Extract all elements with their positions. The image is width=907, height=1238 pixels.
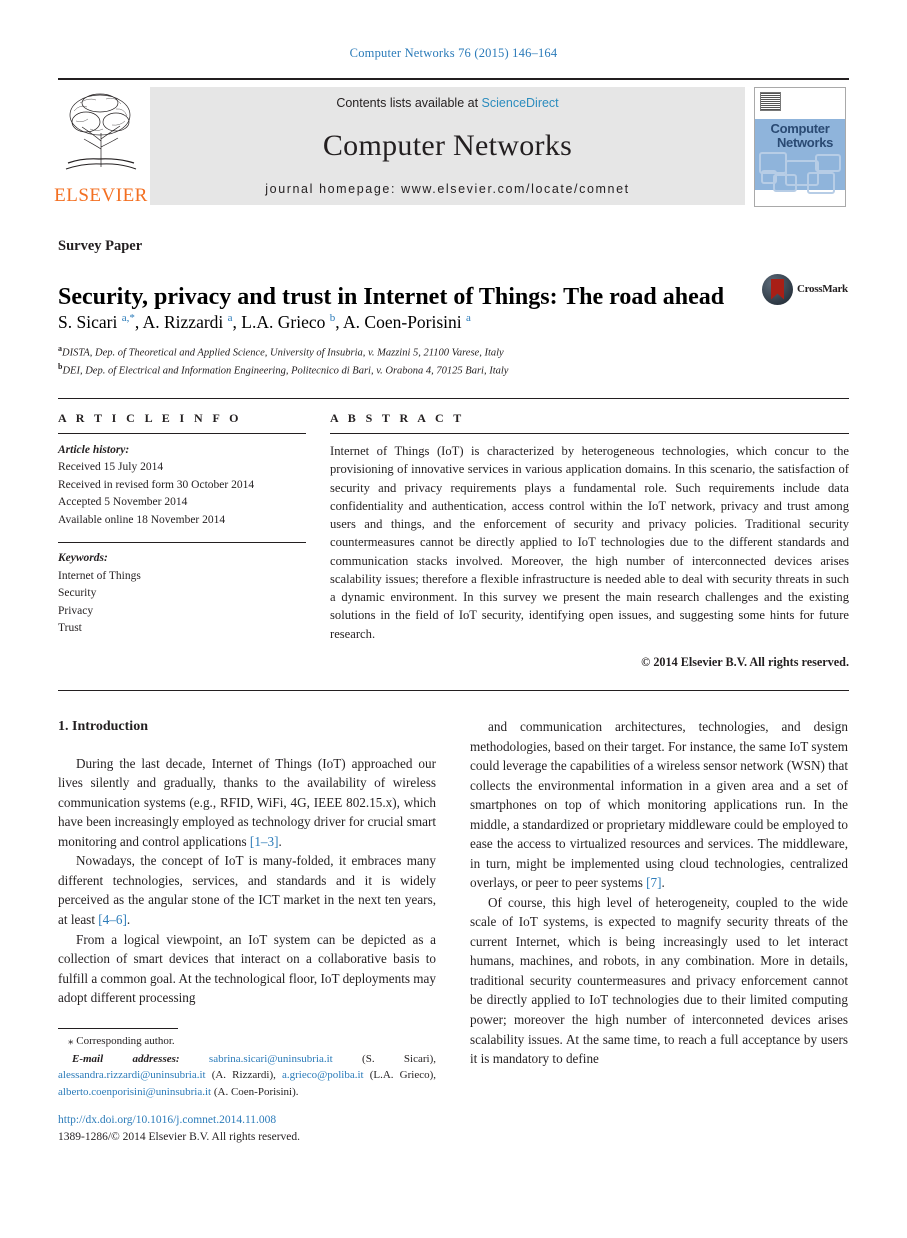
abstract-heading: A B S T R A C T (330, 411, 465, 425)
affiliation-list: aDISTA, Dep. of Theoretical and Applied … (58, 343, 818, 380)
affiliation-a: aDISTA, Dep. of Theoretical and Applied … (58, 344, 504, 359)
email-link[interactable]: sabrina.sicari@uninsubria.it (209, 1053, 333, 1065)
keywords-label: Keywords: (58, 552, 108, 565)
elsevier-tree-icon (65, 93, 137, 170)
citation-link[interactable]: [1–3] (250, 834, 279, 849)
history-item: Accepted 5 November 2014 (58, 496, 188, 509)
article-history: Article history: Received 15 July 2014 R… (58, 442, 306, 529)
history-item: Received 15 July 2014 (58, 461, 164, 474)
crossmark-label: CrossMark (797, 283, 848, 295)
abstract-bottom-rule (58, 690, 849, 691)
article-type-label: Survey Paper (58, 238, 143, 254)
body-paragraph: and communication architectures, technol… (470, 719, 848, 891)
author-list: S. Sicari a,*, A. Rizzardi a, L.A. Griec… (58, 312, 471, 332)
crossmark-logo[interactable]: CrossMark (762, 272, 852, 306)
abstract-column: A B S T R A C T Internet of Things (IoT)… (330, 411, 849, 670)
body-paragraph: Nowadays, the concept of IoT is many-fol… (58, 853, 436, 927)
cover-title-line2: Networks (776, 134, 834, 150)
abstract-copyright: © 2014 Elsevier B.V. All rights reserved… (641, 654, 849, 669)
keyword-item: Internet of Things (58, 569, 141, 582)
paper-page: Computer Networks 76 (2015) 146–164 ELSE… (0, 0, 907, 1238)
keywords-block: Keywords: Internet of Things Security Pr… (58, 550, 306, 637)
section-heading-introduction: 1. Introduction (58, 719, 148, 734)
email-link[interactable]: a.grieco@poliba.it (282, 1069, 364, 1081)
email-owner: (L.A. Grieco) (369, 1069, 434, 1081)
citation-link[interactable]: [7] (646, 875, 661, 890)
running-head: Computer Networks 76 (2015) 146–164 (349, 46, 558, 60)
keyword-item: Trust (58, 622, 82, 635)
corresponding-author-note: ⁎ Corresponding author. (68, 1035, 175, 1047)
info-top-rule (58, 398, 849, 399)
sciencedirect-link[interactable]: ScienceDirect (482, 96, 559, 110)
issn-copyright-line: 1389-1286/© 2014 Elsevier B.V. All right… (58, 1131, 301, 1144)
email-owner: (A. Rizzardi) (211, 1069, 274, 1081)
article-info-rule (58, 433, 306, 434)
elsevier-wordmark: ELSEVIER (54, 185, 148, 206)
email-label: E-mail addresses: (72, 1052, 180, 1065)
email-link[interactable]: alberto.coenporisini@uninsubria.it (58, 1086, 211, 1098)
article-info-heading: A R T I C L E I N F O (58, 411, 242, 425)
cover-title: Computer Networks (755, 122, 845, 149)
journal-title: Computer Networks (322, 129, 573, 162)
footnote-block: ⁎ Corresponding author. E-mail addresses… (58, 1033, 436, 1100)
email-owner: (A. Coen-Porisini) (213, 1085, 296, 1098)
journal-band: Contents lists available at ScienceDirec… (150, 87, 745, 205)
affiliation-b: bDEI, Dep. of Electrical and Information… (58, 362, 509, 377)
journal-masthead: ELSEVIER Contents lists available at Sci… (54, 78, 849, 207)
body-column-left: 1. Introduction During the last decade, … (58, 717, 436, 1008)
publication-footer: http://dx.doi.org/10.1016/j.comnet.2014.… (58, 1112, 478, 1147)
journal-cover-thumbnail: Computer Networks (754, 87, 846, 207)
citation-link[interactable]: [4–6] (98, 912, 127, 927)
contents-line: Contents lists available at ScienceDirec… (336, 96, 558, 110)
body-column-right: and communication architectures, technol… (470, 717, 848, 1069)
page-title: Security, privacy and trust in Internet … (58, 284, 725, 311)
email-link[interactable]: alessandra.rizzardi@uninsubria.it (58, 1069, 206, 1081)
keywords-rule (58, 542, 306, 544)
abstract-text: Internet of Things (IoT) is characterize… (330, 444, 849, 641)
crossmark-badge-icon (762, 273, 793, 305)
keyword-item: Security (58, 587, 97, 600)
doi-link[interactable]: http://dx.doi.org/10.1016/j.comnet.2014.… (58, 1112, 478, 1129)
cover-title-line1: Computer (770, 121, 830, 136)
body-paragraph: From a logical viewpoint, an IoT system … (58, 931, 436, 1006)
journal-cover-block: Computer Networks (751, 87, 849, 207)
abstract-rule (330, 433, 849, 434)
history-item: Available online 18 November 2014 (58, 513, 226, 526)
body-paragraph: Of course, this high level of heterogene… (470, 894, 848, 1067)
journal-homepage[interactable]: journal homepage: www.elsevier.com/locat… (265, 182, 629, 196)
history-item: Received in revised form 30 October 2014 (58, 478, 255, 491)
body-paragraph: During the last decade, Internet of Thin… (58, 755, 436, 849)
keyword-item: Privacy (58, 604, 94, 617)
email-owner: (S. Sicari) (362, 1052, 434, 1065)
article-info-column: A R T I C L E I N F O Article history: R… (58, 411, 306, 638)
email-addresses-note: E-mail addresses: sabrina.sicari@uninsub… (58, 1052, 437, 1098)
article-history-label: Article history: (58, 444, 130, 456)
footnote-separator (58, 1028, 178, 1029)
contents-prefix: Contents lists available at (336, 96, 479, 110)
elsevier-logo: ELSEVIER (54, 87, 148, 207)
